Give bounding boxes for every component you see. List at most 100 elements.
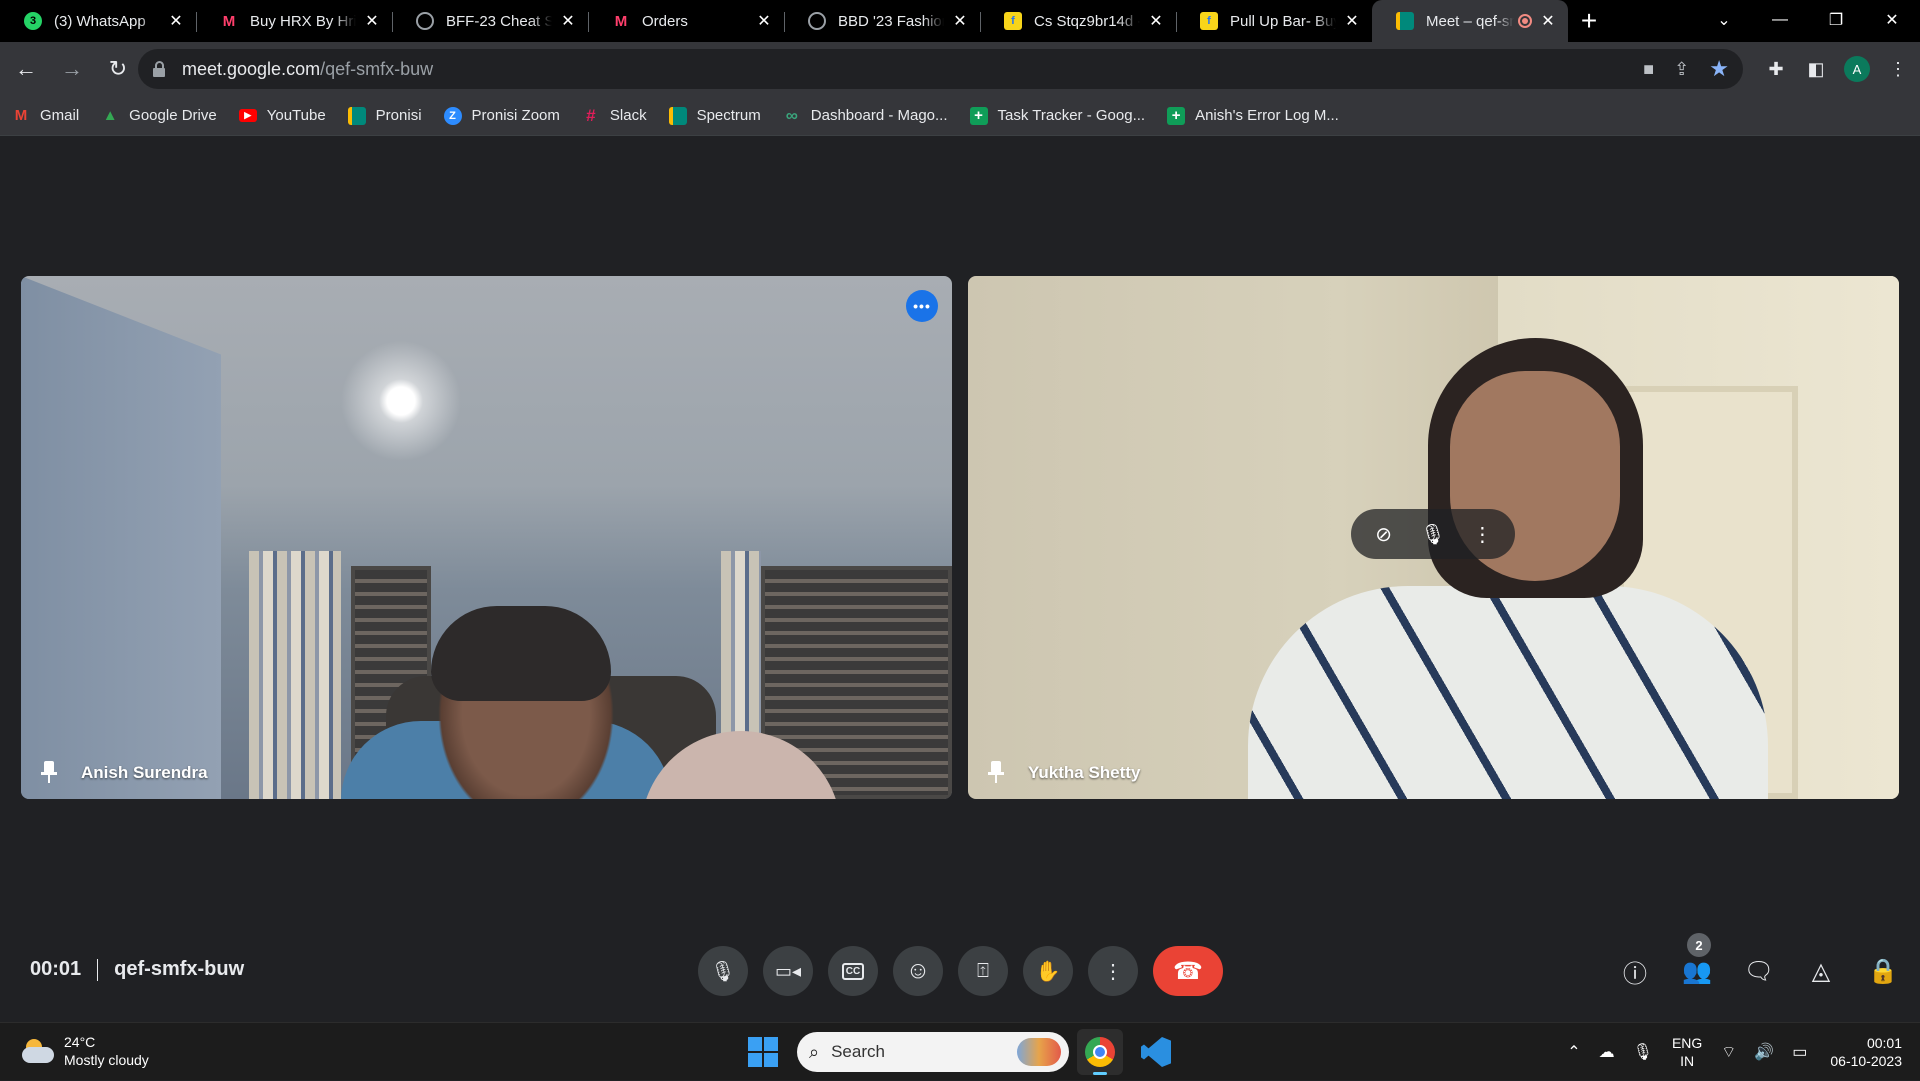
tile-more-options-button[interactable]: ••• (906, 290, 938, 322)
volume-icon[interactable]: 🔊 (1754, 1042, 1774, 1062)
info-icon: ⓘ (1623, 960, 1647, 988)
close-icon[interactable]: ✕ (1146, 11, 1166, 31)
bookmark-label: Anish's Error Log M... (1195, 107, 1339, 124)
close-icon[interactable]: ✕ (754, 11, 774, 31)
window-controls: ⌄ — ❐ ✕ (1696, 0, 1920, 42)
microphone-in-use-icon[interactable]: 🎙 (1633, 1042, 1653, 1062)
camera-in-use-icon[interactable]: ■ (1643, 59, 1654, 80)
google-meet-icon (668, 106, 687, 125)
minimize-button[interactable]: — (1752, 0, 1808, 40)
tab-title: Pull Up Bar- Buy (1230, 12, 1336, 30)
weather-widget[interactable]: 24°C Mostly cloudy (22, 1033, 149, 1069)
tab-bff-cheat-sheet[interactable]: BFF-23 Cheat Sheet ✕ (392, 0, 588, 42)
lock-icon[interactable] (152, 61, 166, 77)
bookmark-star-icon[interactable]: ★ (1709, 56, 1729, 82)
tab-pull-up-bar[interactable]: f Pull Up Bar- Buy ✕ (1176, 0, 1372, 42)
bookmark-label: Slack (609, 107, 647, 124)
tab-search-icon[interactable]: ⌄ (1696, 0, 1752, 40)
pin-icon[interactable] (39, 761, 59, 785)
bookmark-google-drive[interactable]: ▲ Google Drive (101, 107, 217, 125)
more-options-button[interactable]: ⋮ (1088, 946, 1138, 996)
reload-button[interactable]: ↻ (98, 49, 138, 89)
chrome-taskbar-button[interactable] (1077, 1029, 1123, 1075)
pin-icon[interactable] (986, 761, 1006, 785)
close-window-button[interactable]: ✕ (1864, 0, 1920, 40)
share-icon[interactable]: ⇪ (1674, 59, 1689, 80)
vscode-taskbar-button[interactable] (1133, 1029, 1179, 1075)
battery-icon[interactable]: ▭ (1792, 1042, 1807, 1062)
new-tab-button[interactable]: + (1568, 0, 1610, 42)
close-icon[interactable]: ✕ (362, 11, 382, 31)
tab-orders[interactable]: M Orders ✕ (588, 0, 784, 42)
url-path: /qef-smfx-buw (320, 58, 434, 79)
extensions-icon[interactable]: ✚ (1764, 59, 1788, 80)
captions-button[interactable]: CC (828, 946, 878, 996)
close-icon[interactable]: ✕ (950, 11, 970, 31)
wifi-icon[interactable]: ⌔ (1721, 1042, 1736, 1062)
gmail-icon: M (14, 107, 28, 124)
bookmark-pronisi-zoom[interactable]: Z Pronisi Zoom (443, 106, 560, 125)
close-icon[interactable]: ✕ (1538, 11, 1558, 31)
tab-flipkart-order[interactable]: f Cs Stqz9br14d - F ✕ (980, 0, 1176, 42)
side-panel-icon[interactable]: ◧ (1804, 59, 1828, 80)
meeting-details-button[interactable]: ⓘ (1616, 950, 1654, 992)
chat-button[interactable]: 🗨 (1740, 950, 1778, 992)
tab-google-meet[interactable]: Meet – qef-smfx-buw ✕ (1372, 0, 1568, 42)
myntra-icon: M (614, 12, 628, 30)
google-sheets-icon: + (1167, 106, 1186, 125)
tab-title: BBD '23 Fashion (838, 12, 944, 30)
show-hidden-icons-icon[interactable]: ⌃ (1567, 1042, 1580, 1062)
more-vert-icon: ⋮ (1103, 960, 1123, 983)
system-clock[interactable]: 00:01 06-10-2023 (1830, 1034, 1902, 1070)
present-screen-button[interactable]: ⍐ (958, 946, 1008, 996)
bookmark-spectrum[interactable]: Spectrum (668, 106, 761, 125)
address-bar[interactable]: meet.google.com/qef-smfx-buw ■ ⇪ ★ (138, 49, 1743, 89)
globe-icon (416, 12, 434, 30)
restore-button[interactable]: ❐ (1808, 0, 1864, 40)
close-icon[interactable]: ✕ (166, 11, 186, 31)
back-button[interactable]: ← (6, 49, 46, 89)
search-icon: ⌕ (809, 1041, 820, 1062)
slack-icon: # (586, 105, 596, 125)
participant-tile[interactable]: ⊘ 🎙 ⋮ Yuktha Shetty (968, 276, 1899, 799)
browser-menu-icon[interactable]: ⋮ (1886, 59, 1910, 80)
raise-hand-button[interactable]: ✋ (1023, 946, 1073, 996)
reactions-button[interactable]: ☺ (893, 946, 943, 996)
unpin-icon[interactable]: ⊘ (1368, 522, 1400, 547)
taskbar-search[interactable]: ⌕ Search (797, 1032, 1069, 1072)
bookmark-dashboard[interactable]: ∞ Dashboard - Mago... (783, 106, 948, 125)
close-icon[interactable]: ✕ (558, 11, 578, 31)
activities-button[interactable]: ◬ (1802, 950, 1840, 992)
meeting-clock: 00:01 (30, 958, 82, 980)
microphone-button[interactable]: 🎙 (698, 946, 748, 996)
mute-participant-icon[interactable]: 🎙 (1417, 522, 1449, 547)
bookmark-slack[interactable]: # Slack (582, 105, 647, 125)
host-controls-button[interactable]: 🔒 (1864, 950, 1902, 992)
tab-bbd-fashion[interactable]: BBD '23 Fashion ✕ (784, 0, 980, 42)
bookmark-gmail[interactable]: M Gmail (12, 107, 79, 125)
url-host: meet.google.com (182, 58, 321, 79)
close-icon[interactable]: ✕ (1342, 11, 1362, 31)
leave-call-button[interactable]: ☎ (1153, 946, 1223, 996)
tab-myntra-hrx[interactable]: M Buy HRX By Hrithik ✕ (196, 0, 392, 42)
bookmark-label: Spectrum (696, 107, 761, 124)
people-count-badge: 2 (1687, 933, 1711, 957)
end-call-icon: ☎ (1173, 957, 1203, 985)
forward-button[interactable]: → (52, 49, 92, 89)
language-code: ENG (1671, 1035, 1703, 1051)
onedrive-cloud-icon[interactable]: ☁ (1599, 1042, 1615, 1062)
windows-start-icon[interactable] (748, 1037, 778, 1067)
bookmark-youtube[interactable]: ▶ YouTube (238, 107, 326, 124)
participant-tile[interactable]: ••• Anish Surendra (21, 276, 952, 799)
camera-button[interactable]: ▭◂ (763, 946, 813, 996)
bookmark-task-tracker[interactable]: + Task Tracker - Goog... (969, 106, 1145, 125)
people-button[interactable]: 2 👥 (1678, 933, 1716, 992)
bookmark-error-log[interactable]: + Anish's Error Log M... (1167, 106, 1339, 125)
more-options-icon[interactable]: ⋮ (1466, 522, 1498, 547)
profile-avatar[interactable]: A (1844, 56, 1870, 82)
input-language[interactable]: ENG IN (1672, 1034, 1702, 1070)
partly-cloudy-icon (22, 1037, 54, 1065)
bookmark-pronisi[interactable]: Pronisi (347, 106, 422, 125)
tab-whatsapp[interactable]: 3 (3) WhatsApp ✕ (0, 0, 196, 42)
bookmark-label: Pronisi Zoom (471, 107, 560, 124)
